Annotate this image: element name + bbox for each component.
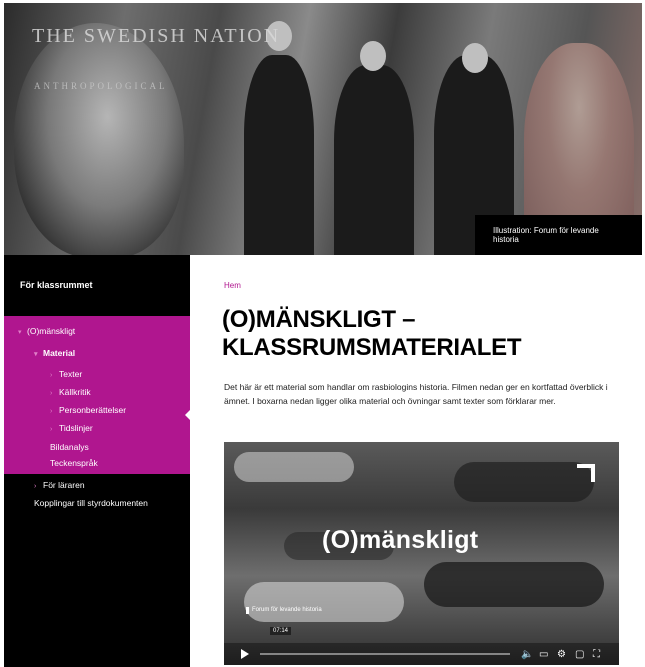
chevron-right-icon: › [50,426,53,433]
hero-figure [334,65,414,255]
sidebar-header[interactable]: För klassrummet [4,255,190,316]
hero-figure [244,55,314,255]
video-controls: 🔈 ▭ ⚙ ▢ ⛶ [224,643,619,665]
hero-figure-head [360,41,386,71]
hero-subtitle: ANTHROPOLOGICAL [34,81,168,91]
sidebar-item-tidslinjer[interactable]: › Tidslinjer [50,423,93,433]
video-logo: Forum för levande historia [246,607,322,614]
hero-figure-head [462,43,488,73]
sidebar-item-label: Kopplingar till styrdokumenten [34,498,148,508]
sidebar-item-label: Personberättelser [59,405,127,415]
corner-mark-icon [577,464,595,482]
sidebar-item-label: Material [43,348,76,358]
chevron-right-icon: › [34,483,37,490]
sidebar-item-material[interactable]: ▾ Material [34,348,75,358]
hero-title: THE SWEDISH NATION [32,25,281,47]
progress-bar[interactable] [260,653,510,655]
sidebar-item-texter[interactable]: › Texter [50,369,82,379]
chevron-right-icon: › [50,390,53,397]
video-player[interactable]: (O)mänskligt Forum för levande historia … [224,442,619,665]
sidebar-item-kallkritik[interactable]: › Källkritik [50,387,91,397]
chevron-right-icon: › [50,408,53,415]
sidebar-item-bildanalys[interactable]: Bildanalys [50,442,89,452]
video-frame-figure [244,582,404,622]
sidebar-item-label: Teckenspråk [50,458,98,468]
sidebar-item-label: Texter [59,369,83,379]
chevron-down-icon: ▾ [18,329,22,336]
chevron-down-icon: ▾ [34,351,38,358]
video-time: 07:14 [270,627,292,635]
intro-text: Det här är ett material som handlar om r… [224,382,608,406]
active-indicator [185,409,191,421]
sidebar-item-for-lararen[interactable]: › För läraren [34,480,85,490]
video-title: (O)mänskligt [322,526,479,554]
sidebar-menu: ▾ (O)mänskligt ▾ Material › Texter › Källkri… [4,316,191,474]
sidebar-item-label: (O)mänskligt [27,326,76,336]
fullscreen-icon[interactable]: ⛶ [593,649,600,660]
page: THE SWEDISH NATION ANTHROPOLOGICAL Illus… [0,0,645,667]
play-icon[interactable] [241,649,249,659]
sidebar-item-label: Bildanalys [50,442,89,452]
sidebar-item-personberattelser[interactable]: › Personberättelser [50,405,126,415]
sidebar-item-kopplingar[interactable]: Kopplingar till styrdokumenten [34,498,148,508]
sidebar-item-label: Tidslinjer [59,423,93,433]
hero-portrait [14,23,184,255]
sidebar-item-label: Källkritik [59,387,91,397]
sidebar-item-teckensprak[interactable]: Teckenspråk [50,458,98,468]
video-frame-figure [454,462,594,502]
video-frame-figure [234,452,354,482]
hero-banner: THE SWEDISH NATION ANTHROPOLOGICAL Illus… [4,3,642,255]
chevron-right-icon: › [50,372,53,379]
settings-icon[interactable]: ⚙ [557,649,566,660]
breadcrumb-home[interactable]: Hem [224,281,241,290]
cast-icon[interactable]: ▢ [575,649,584,660]
sidebar: För klassrummet ▾ (O)mänskligt ▾ Material … [4,255,191,667]
volume-icon[interactable]: 🔈 [521,649,533,660]
hero-credit: Illustration: Forum för levande historia [475,215,642,255]
subtitles-icon[interactable]: ▭ [539,649,548,660]
sidebar-item-label: För läraren [43,480,85,490]
page-title: (O)MÄNSKLIGT – KLASSRUMSMATERIALET [222,306,522,361]
video-frame-figure [424,562,604,607]
sidebar-item-omanskligt[interactable]: ▾ (O)mänskligt [18,326,75,336]
